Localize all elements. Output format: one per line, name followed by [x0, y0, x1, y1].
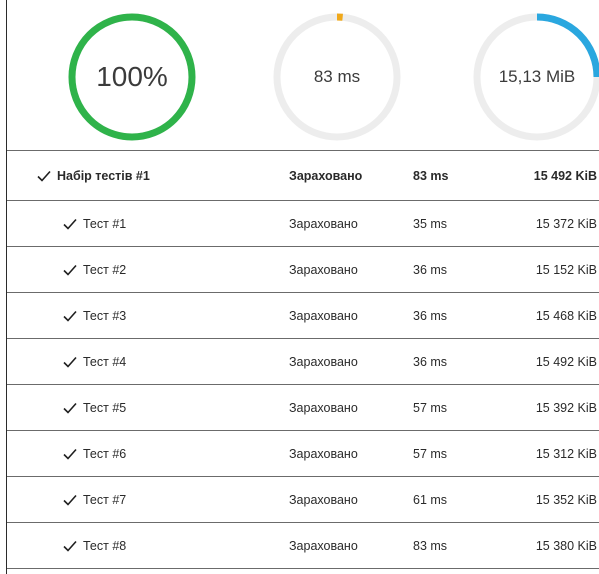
- tests-passed-gauge: 100%: [67, 12, 197, 142]
- memory-value: 15,13 MiB: [498, 67, 576, 86]
- test-name: Тест #6: [83, 446, 127, 461]
- test-status: Зараховано: [289, 492, 358, 507]
- test-name: Тест #4: [83, 354, 127, 369]
- test-name-cell: Тест #7: [63, 477, 126, 522]
- test-name-cell: Тест #8: [63, 523, 126, 568]
- test-row-4[interactable]: Тест #4 Зараховано 36 ms 15 492 KiB: [7, 339, 599, 385]
- test-row-2[interactable]: Тест #2 Зараховано 36 ms 15 152 KiB: [7, 247, 599, 293]
- test-time: 57 ms: [413, 400, 448, 415]
- check-icon: [63, 218, 77, 230]
- group-name: Набір тестів #1: [57, 168, 150, 183]
- test-time: 83 ms: [413, 538, 448, 553]
- test-time: 36 ms: [413, 308, 448, 323]
- test-time: 36 ms: [413, 262, 448, 277]
- test-status: Зараховано: [289, 354, 358, 369]
- test-name-cell: Тест #1: [63, 201, 126, 246]
- results-table: Набір тестів #1 Зараховано 83 ms 15 492 …: [7, 151, 599, 569]
- test-memory: 15 468 KiB: [535, 308, 597, 323]
- test-row-1[interactable]: Тест #1 Зараховано 35 ms 15 372 KiB: [7, 201, 599, 247]
- check-icon: [63, 448, 77, 460]
- test-time: 57 ms: [413, 446, 448, 461]
- group-name-cell: Набір тестів #1: [37, 151, 150, 200]
- test-row-5[interactable]: Тест #5 Зараховано 57 ms 15 392 KiB: [7, 385, 599, 431]
- test-name-cell: Тест #2: [63, 247, 126, 292]
- test-time: 36 ms: [413, 354, 448, 369]
- group-memory: 15 492 KiB: [533, 168, 597, 183]
- test-name: Тест #8: [83, 538, 127, 553]
- test-memory: 15 152 KiB: [535, 262, 597, 277]
- test-status: Зараховано: [289, 538, 358, 553]
- test-name: Тест #2: [83, 262, 127, 277]
- check-icon: [63, 310, 77, 322]
- test-status: Зараховано: [289, 262, 358, 277]
- test-row-7[interactable]: Тест #7 Зараховано 61 ms 15 352 KiB: [7, 477, 599, 523]
- test-memory: 15 492 KiB: [535, 354, 597, 369]
- test-row-3[interactable]: Тест #3 Зараховано 36 ms 15 468 KiB: [7, 293, 599, 339]
- results-panel: 100% 83 ms 15,13 MiB Набір тестів #1 Зар…: [6, 0, 599, 574]
- test-name: Тест #5: [83, 400, 127, 415]
- test-memory: 15 392 KiB: [535, 400, 597, 415]
- test-name-cell: Тест #5: [63, 385, 126, 430]
- memory-gauge: 15,13 MiB: [472, 12, 599, 142]
- test-memory: 15 380 KiB: [535, 538, 597, 553]
- group-time: 83 ms: [413, 168, 449, 183]
- check-icon: [63, 540, 77, 552]
- test-row-8[interactable]: Тест #8 Зараховано 83 ms 15 380 KiB: [7, 523, 599, 569]
- test-memory: 15 352 KiB: [535, 492, 597, 507]
- check-icon: [63, 494, 77, 506]
- check-icon: [63, 402, 77, 414]
- test-time: 35 ms: [413, 216, 448, 231]
- summary-stats: 100% 83 ms 15,13 MiB: [7, 0, 599, 148]
- check-icon: [63, 264, 77, 276]
- test-status: Зараховано: [289, 446, 358, 461]
- test-memory: 15 372 KiB: [535, 216, 597, 231]
- tests-passed-value: 100%: [96, 61, 168, 92]
- time-gauge: 83 ms: [272, 12, 402, 142]
- test-name: Тест #7: [83, 492, 127, 507]
- test-name-cell: Тест #3: [63, 293, 126, 338]
- test-name: Тест #1: [83, 216, 127, 231]
- group-status: Зараховано: [289, 168, 363, 183]
- test-name-cell: Тест #4: [63, 339, 126, 384]
- test-status: Зараховано: [289, 400, 358, 415]
- test-name-cell: Тест #6: [63, 431, 126, 476]
- check-icon: [37, 170, 51, 182]
- test-row-6[interactable]: Тест #6 Зараховано 57 ms 15 312 KiB: [7, 431, 599, 477]
- test-status: Зараховано: [289, 308, 358, 323]
- test-time: 61 ms: [413, 492, 448, 507]
- test-memory: 15 312 KiB: [535, 446, 597, 461]
- test-group-row[interactable]: Набір тестів #1 Зараховано 83 ms 15 492 …: [7, 151, 599, 201]
- time-value: 83 ms: [313, 67, 361, 86]
- check-icon: [63, 356, 77, 368]
- test-name: Тест #3: [83, 308, 127, 323]
- test-status: Зараховано: [289, 216, 358, 231]
